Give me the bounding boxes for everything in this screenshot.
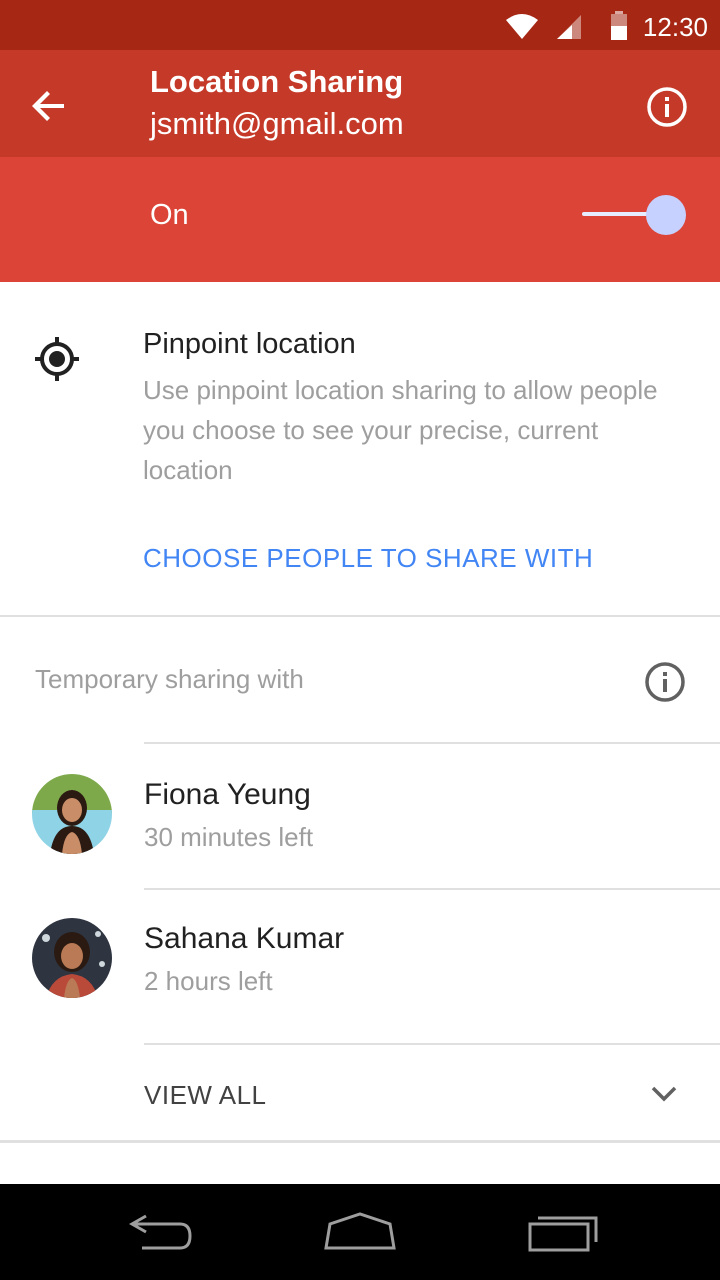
- system-nav-bar: [0, 1184, 720, 1280]
- list-item[interactable]: Fiona Yeung 30 minutes left: [0, 744, 720, 888]
- account-email: jsmith@gmail.com: [150, 106, 404, 141]
- pinpoint-section: Pinpoint location Use pinpoint location …: [0, 282, 720, 617]
- status-bar: 12:30: [0, 0, 720, 50]
- person-name: Fiona Yeung: [144, 778, 311, 811]
- divider: [144, 1043, 720, 1045]
- page-title: Location Sharing: [150, 64, 404, 99]
- pinpoint-description: Use pinpoint location sharing to allow p…: [143, 375, 658, 485]
- list-item[interactable]: Sahana Kumar 2 hours left: [0, 890, 720, 1034]
- info-icon[interactable]: [646, 86, 688, 128]
- chevron-down-icon: [651, 1086, 677, 1102]
- recents-nav-icon[interactable]: [526, 1210, 600, 1254]
- clock: 12:30: [642, 12, 708, 42]
- sharing-toggle-bar: On: [0, 157, 720, 282]
- time-left: 30 minutes left: [144, 822, 314, 852]
- avatar: [32, 774, 112, 854]
- info-icon[interactable]: [643, 660, 687, 704]
- battery-icon: [611, 11, 627, 40]
- temporary-sharing-header: Temporary sharing with: [0, 619, 720, 743]
- pinpoint-heading: Pinpoint location: [143, 328, 356, 360]
- avatar: [32, 918, 112, 998]
- cell-signal-icon: [557, 15, 581, 39]
- view-all-label: VIEW ALL: [144, 1080, 267, 1110]
- divider: [0, 1140, 720, 1143]
- my-location-icon: [35, 337, 79, 381]
- temporary-sharing-label: Temporary sharing with: [35, 664, 304, 694]
- back-nav-icon[interactable]: [124, 1210, 196, 1254]
- home-nav-icon[interactable]: [322, 1210, 398, 1254]
- toggle-label: On: [150, 199, 189, 231]
- wifi-icon: [506, 14, 538, 39]
- app-bar: Location Sharing jsmith@gmail.com: [0, 50, 720, 157]
- time-left: 2 hours left: [144, 966, 273, 996]
- arrow-back-icon[interactable]: [28, 86, 68, 126]
- choose-people-button[interactable]: CHOOSE PEOPLE TO SHARE WITH: [143, 543, 593, 574]
- switch-thumb: [646, 195, 686, 235]
- view-all-button[interactable]: VIEW ALL: [0, 1046, 720, 1142]
- location-sharing-switch[interactable]: [580, 195, 690, 239]
- person-name: Sahana Kumar: [144, 922, 345, 955]
